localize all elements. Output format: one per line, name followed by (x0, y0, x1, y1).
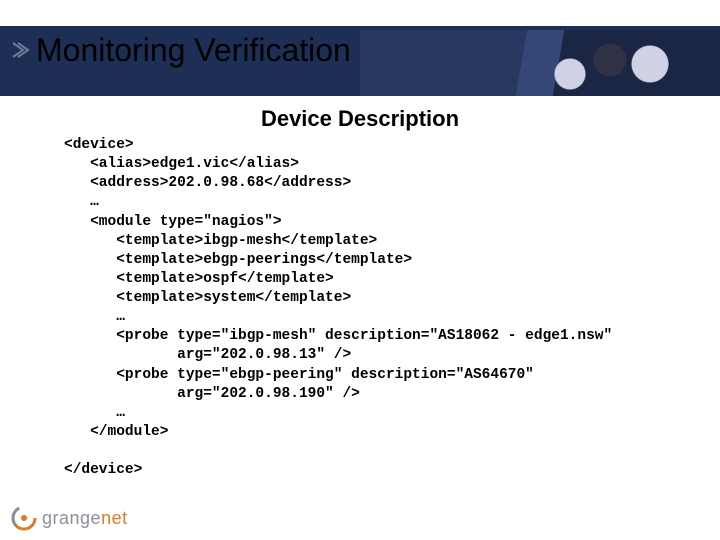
slide: Monitoring Verification Device Descripti… (0, 0, 720, 540)
slide-subtitle: Device Description (0, 106, 720, 132)
slide-title: Monitoring Verification (36, 32, 351, 69)
logo-icon (10, 504, 38, 532)
logo-text: grangenet (42, 508, 128, 529)
banner-graphic (360, 30, 720, 96)
arrow-icon (10, 40, 30, 60)
footer-logo: grangenet (10, 504, 128, 532)
logo-text-orange: net (101, 508, 128, 528)
logo-text-gray: grange (42, 508, 101, 528)
code-block: <device> <alias>edge1.vic</alias> <addre… (64, 136, 684, 480)
